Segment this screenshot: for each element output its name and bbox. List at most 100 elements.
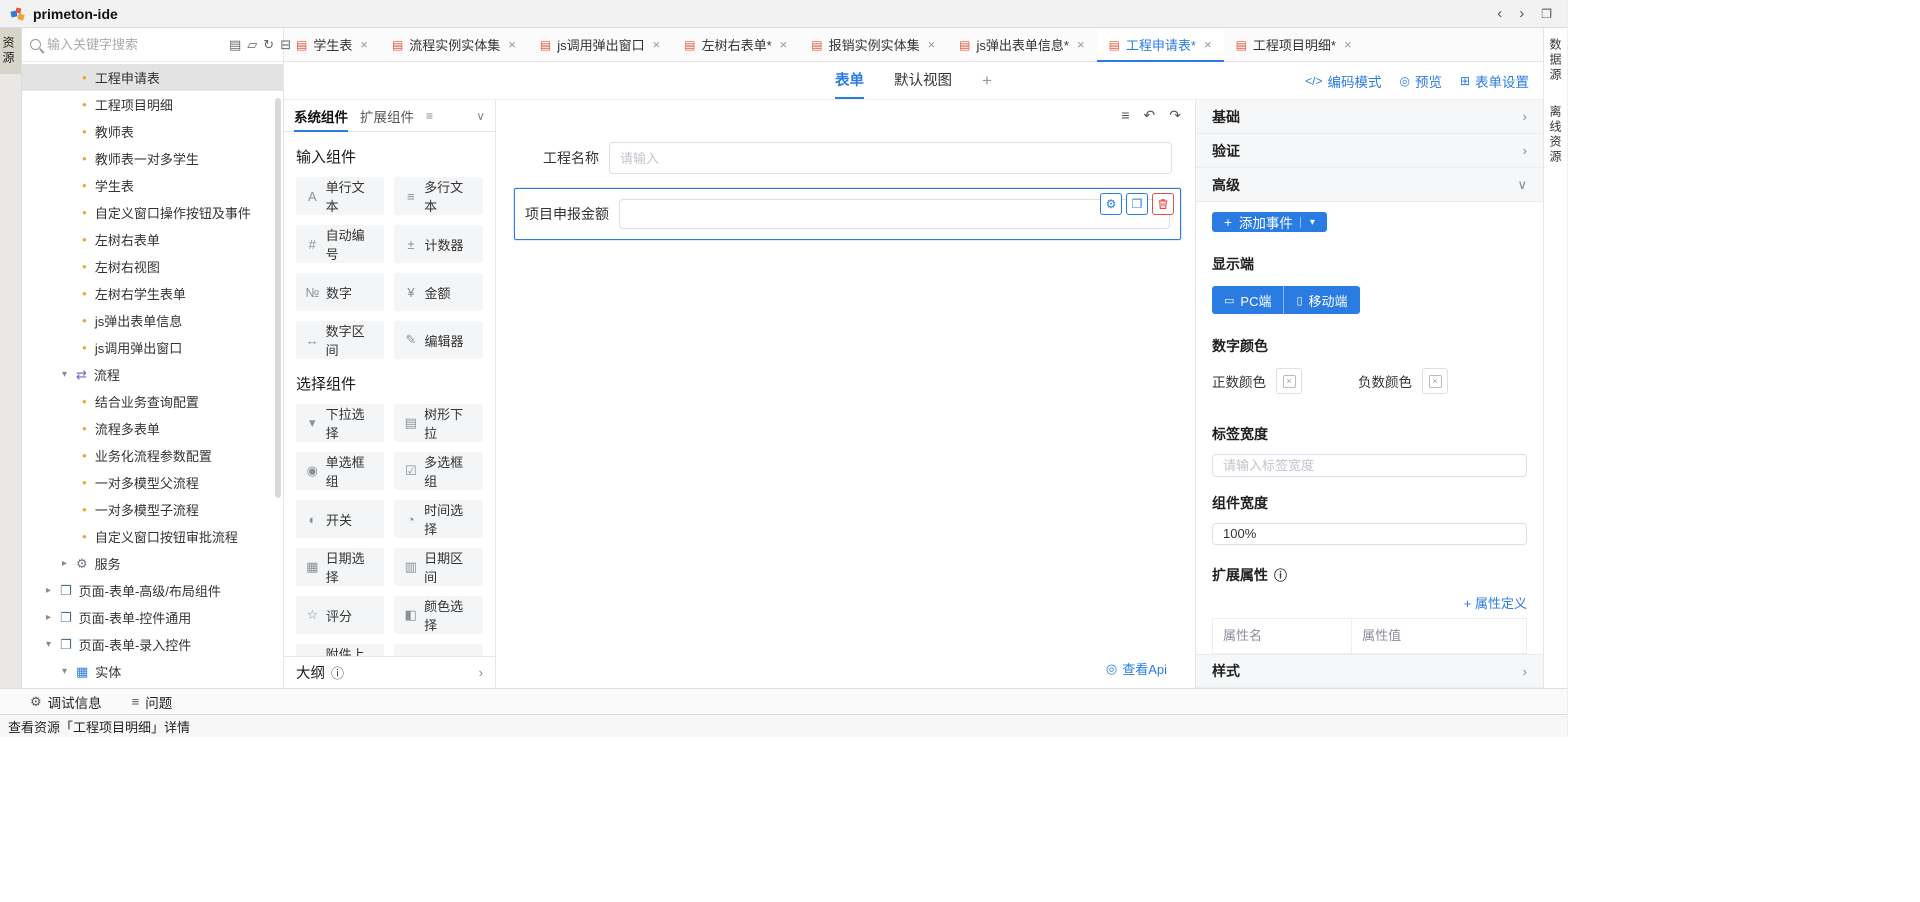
close-icon[interactable]: × <box>653 37 661 52</box>
editor-tab-active[interactable]: ▤ 工程申请表* × <box>1097 28 1224 61</box>
tree-item-process-folder[interactable]: ▾ ⇄ 流程 <box>22 361 283 388</box>
tree-item[interactable]: ● 工程项目明细 <box>22 91 283 118</box>
tab-default-view[interactable]: 默认视图 <box>894 62 952 99</box>
tab-system-components[interactable]: 系统组件 <box>294 100 348 131</box>
editor-tab[interactable]: ▤ js调用弹出窗口 × <box>528 28 672 61</box>
form-field-project-name[interactable]: 工程名称 <box>504 142 1195 174</box>
section-basic[interactable]: 基础 › <box>1196 100 1543 134</box>
chevron-down-icon[interactable]: ▾ <box>62 369 76 380</box>
field-settings-button[interactable]: ⚙ <box>1100 193 1122 215</box>
close-icon[interactable]: × <box>1344 37 1352 52</box>
code-mode-button[interactable]: </> 编码模式 <box>1305 71 1381 91</box>
close-icon[interactable]: × <box>508 37 516 52</box>
tree-item[interactable]: ● js弹出表单信息 <box>22 307 283 334</box>
field-delete-button[interactable] <box>1152 193 1174 215</box>
palette-item[interactable]: ↔数字区间 <box>296 321 385 359</box>
tab-extension-components[interactable]: 扩展组件 <box>360 100 414 131</box>
close-icon[interactable]: × <box>780 37 788 52</box>
add-view-button[interactable]: + <box>982 62 992 99</box>
pc-display-button[interactable]: ▭ PC端 <box>1212 286 1284 314</box>
palette-item[interactable]: ▥日期区间 <box>394 548 483 586</box>
chevron-down-icon[interactable]: ▾ <box>46 639 60 650</box>
tree-item-entity-folder[interactable]: ▾ ▦ 实体 <box>22 658 283 685</box>
tree-item[interactable]: ● 左树右视图 <box>22 253 283 280</box>
tree-item[interactable]: ● 流程多表单 <box>22 415 283 442</box>
window-restore-icon[interactable]: ❐ <box>1536 8 1557 20</box>
tree-item[interactable]: ● 工程申请表 <box>22 64 283 91</box>
refresh-icon[interactable]: ↻ <box>263 38 274 51</box>
outline-bar[interactable]: 大纲 ⓘ › <box>284 656 495 688</box>
tree-item[interactable]: ● 左树右表单 <box>22 226 283 253</box>
tree-item-page-folder[interactable]: ▾ ❐ 页面-表单-录入控件 <box>22 631 283 658</box>
tree-item[interactable]: ● 教师表一对多学生 <box>22 145 283 172</box>
editor-tab[interactable]: ▤ 报销实例实体集 × <box>799 28 947 61</box>
palette-item[interactable]: A单行文本 <box>296 177 385 215</box>
menu-icon[interactable]: ≡ <box>426 109 433 123</box>
tree-item[interactable]: ● 自定义窗口操作按钮及事件 <box>22 199 283 226</box>
problems-button[interactable]: ≡ 问题 <box>132 692 173 712</box>
positive-color-picker[interactable]: × <box>1276 368 1302 394</box>
editor-tab[interactable]: ▤ 工程项目明细* × <box>1224 28 1364 61</box>
structure-icon[interactable]: ≡ <box>1121 108 1129 122</box>
redo-icon[interactable]: ↷ <box>1169 108 1181 122</box>
undo-icon[interactable]: ↶ <box>1144 108 1156 122</box>
tab-form[interactable]: 表单 <box>835 62 864 99</box>
section-advanced[interactable]: 高级 ∨ <box>1196 168 1543 202</box>
section-validation[interactable]: 验证 › <box>1196 134 1543 168</box>
book-icon[interactable]: ▤ <box>229 38 241 51</box>
tree-item[interactable]: ● 一对多模型子流程 <box>22 496 283 523</box>
palette-item[interactable]: ¥金额 <box>394 273 483 311</box>
field-copy-button[interactable]: ❐ <box>1126 193 1148 215</box>
close-icon[interactable]: × <box>928 37 936 52</box>
palette-item[interactable]: ▦日期选择 <box>296 548 385 586</box>
editor-tab[interactable]: ▤ 左树右表单* × <box>672 28 799 61</box>
rail-tab-resources[interactable]: 资源 <box>0 28 21 74</box>
section-style[interactable]: 样式 › <box>1196 654 1543 688</box>
tree-item-services-folder[interactable]: ▸ ⚙ 服务 <box>22 550 283 577</box>
component-width-input[interactable] <box>1212 523 1527 545</box>
selected-field-declared-amount[interactable]: ⚙ ❐ 项目申报金额 <box>514 188 1181 240</box>
palette-item[interactable]: ◧颜色选择 <box>394 596 483 634</box>
declared-amount-input[interactable] <box>619 199 1170 229</box>
tree-item[interactable]: ● 一对多模型父流程 <box>22 469 283 496</box>
palette-item[interactable]: ☆评分 <box>296 596 385 634</box>
editor-tab[interactable]: ▤ js弹出表单信息* × <box>947 28 1096 61</box>
chevron-right-icon[interactable]: ▸ <box>62 558 76 569</box>
palette-item[interactable]: ◔时间选择 <box>394 500 483 538</box>
folder-icon[interactable]: ▱ <box>247 38 257 51</box>
form-canvas[interactable]: ≡ ↶ ↷ 工程名称 ⚙ ❐ <box>496 100 1195 688</box>
palette-item[interactable]: ▾下拉选择 <box>296 404 385 442</box>
chevron-down-icon[interactable]: ▾ <box>62 666 76 677</box>
close-icon[interactable]: × <box>360 37 368 52</box>
tree-item[interactable]: ● js调用弹出窗口 <box>22 334 283 361</box>
negative-color-picker[interactable]: × <box>1422 368 1448 394</box>
palette-item[interactable]: ▤树形下拉 <box>394 404 483 442</box>
debug-info-button[interactable]: ⚙ 调试信息 <box>30 692 102 712</box>
project-name-input[interactable] <box>609 142 1172 174</box>
label-width-input[interactable] <box>1212 454 1527 476</box>
rail-tab-offline-resources[interactable]: 离线资源 <box>1547 101 1564 169</box>
tree-item-page-folder[interactable]: ▸ ❐ 页面-表单-控件通用 <box>22 604 283 631</box>
palette-item[interactable]: #自动编号 <box>296 225 385 263</box>
palette-item[interactable]: ±计数器 <box>394 225 483 263</box>
tree-item-page-folder[interactable]: ▸ ❐ 页面-表单-高级/布局组件 <box>22 577 283 604</box>
chevron-right-icon[interactable]: ▸ <box>46 585 60 596</box>
tree-item[interactable]: ● 学生表 <box>22 172 283 199</box>
view-api-link[interactable]: ◎ 查看Api <box>1106 659 1167 678</box>
palette-item[interactable]: ◐开关 <box>296 500 385 538</box>
add-event-button[interactable]: + 添加事件 ▾ <box>1212 212 1327 232</box>
tree-item[interactable]: ● 业务化流程参数配置 <box>22 442 283 469</box>
palette-item[interactable]: ☑多选框组 <box>394 452 483 490</box>
tree-item[interactable]: ● 教师表 <box>22 118 283 145</box>
chevron-down-icon[interactable]: ∨ <box>476 109 485 123</box>
sidebar-scrollbar[interactable] <box>275 98 281 658</box>
property-define-link[interactable]: + 属性定义 <box>1464 593 1527 612</box>
editor-tab[interactable]: ▤ 流程实例实体集 × <box>380 28 528 61</box>
palette-item[interactable]: №数字 <box>296 273 385 311</box>
form-settings-button[interactable]: ⊞ 表单设置 <box>1460 71 1529 91</box>
preview-button[interactable]: ◎ 预览 <box>1399 71 1441 91</box>
palette-item[interactable]: ≡多行文本 <box>394 177 483 215</box>
tree-item[interactable]: ● 结合业务查询配置 <box>22 388 283 415</box>
rail-tab-datasource[interactable]: 数据源 <box>1547 34 1564 87</box>
nav-back-icon[interactable]: ‹ <box>1492 6 1507 21</box>
